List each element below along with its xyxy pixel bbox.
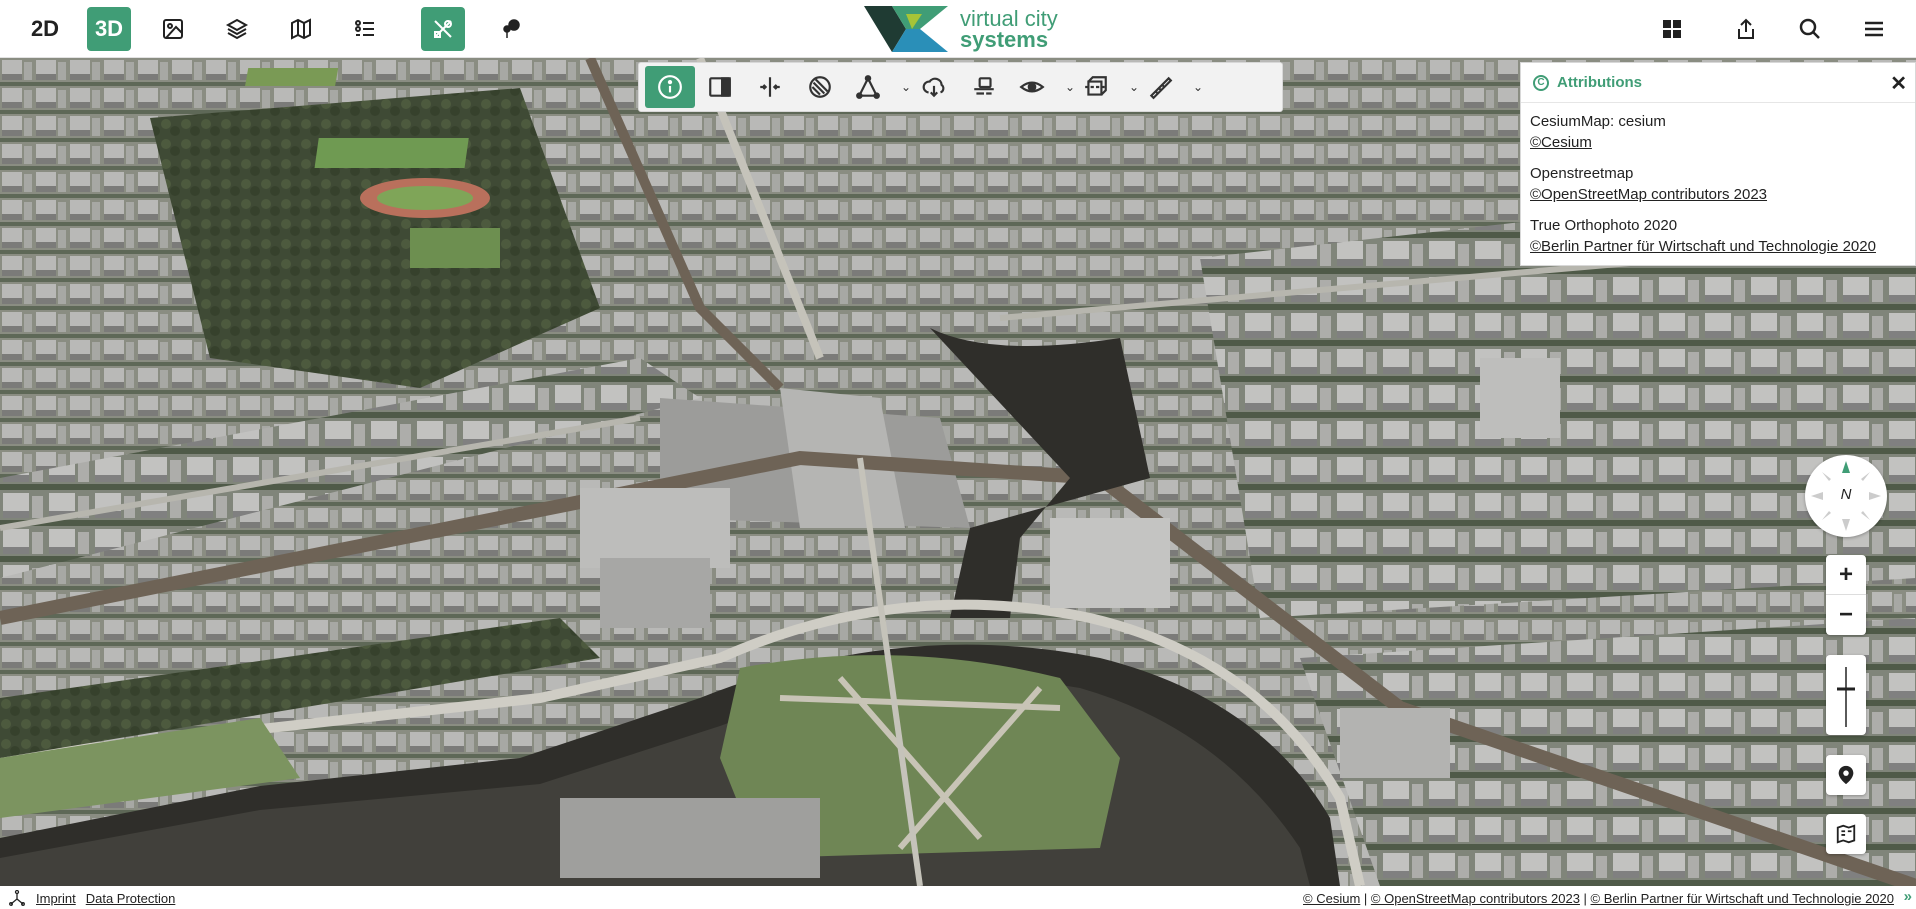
draw-tool[interactable]: ⌄ <box>845 66 911 108</box>
credit-berlin-link[interactable]: © Berlin Partner für Wirtschaft und Tech… <box>1591 891 1894 906</box>
tools-button[interactable] <box>421 7 465 51</box>
grid-button[interactable] <box>1650 7 1694 51</box>
copyright-icon: C <box>1533 74 1549 91</box>
app-root: 2D 3D virtual city systems ⌄ ⌄ ⌄ ⌄ C Att… <box>0 0 1916 909</box>
clipping-icon <box>1085 76 1107 96</box>
grid-icon <box>1663 20 1681 38</box>
attribution-link[interactable]: ©Berlin Partner für Wirtschaft und Techn… <box>1530 236 1906 257</box>
attribution-name: CesiumMap: cesium <box>1530 113 1666 130</box>
logo-mark-icon <box>864 6 948 52</box>
attribution-link[interactable]: ©Cesium <box>1530 132 1906 153</box>
layers-button[interactable] <box>215 7 259 51</box>
tilt-slider-icon <box>1837 667 1855 727</box>
draw-icon <box>856 75 880 99</box>
attribution-entry: Openstreetmap ©OpenStreetMap contributor… <box>1530 163 1906 205</box>
tree-pin-icon <box>503 19 520 38</box>
split-line-icon <box>760 77 780 97</box>
attribution-entry: True Orthophoto 2020 ©Berlin Partner für… <box>1530 215 1906 257</box>
camera-path-icon <box>974 77 994 95</box>
attribution-name: True Orthophoto 2020 <box>1530 217 1678 234</box>
split-view-tool[interactable] <box>695 66 745 108</box>
menu-icon <box>1865 21 1883 37</box>
split-view-icon <box>709 77 731 97</box>
legend-icon <box>291 18 311 40</box>
logo-line2: systems <box>960 27 1049 52</box>
map-book-icon <box>1836 824 1856 844</box>
layers-icon <box>225 18 249 40</box>
planning-button[interactable] <box>489 7 533 51</box>
footer-bar: Imprint Data Protection © Cesium | © Ope… <box>0 886 1916 909</box>
content-list-button[interactable] <box>343 7 387 51</box>
logo-line1: virtual city <box>960 6 1058 31</box>
shadow-tool[interactable] <box>795 66 845 108</box>
location-pin-icon <box>1838 765 1854 785</box>
top-navbar: 2D 3D virtual city systems <box>0 0 1916 58</box>
expand-credits-icon[interactable]: » <box>1904 888 1912 905</box>
viewshed-icon <box>1019 81 1045 93</box>
imprint-link[interactable]: Imprint <box>36 891 76 906</box>
image-icon <box>163 19 183 39</box>
legend-button[interactable] <box>279 7 323 51</box>
clipping-tool[interactable]: ⌄ <box>1073 66 1139 108</box>
measure-2d-tool[interactable]: ⌄ <box>1137 66 1203 108</box>
chevron-down-icon[interactable]: ⌄ <box>1193 80 1203 94</box>
list-icon <box>355 20 374 36</box>
shadow-icon <box>809 76 831 98</box>
network-icon <box>9 890 25 906</box>
credit-cesium-link[interactable]: © Cesium <box>1303 891 1360 906</box>
attributions-panel: C Attributions ✕ CesiumMap: cesium ©Cesi… <box>1520 62 1916 266</box>
compass[interactable]: N <box>1805 455 1887 537</box>
logo-text: virtual city systems <box>960 6 1058 52</box>
footer-links: Imprint Data Protection <box>8 890 175 906</box>
data-protection-link[interactable]: Data Protection <box>86 891 176 906</box>
export-tool[interactable] <box>909 66 959 108</box>
image-button[interactable] <box>151 7 195 51</box>
tools-icon <box>434 20 452 38</box>
2d-button[interactable]: 2D <box>23 7 67 51</box>
measure-icon <box>1149 76 1173 100</box>
attributions-list: CesiumMap: cesium ©Cesium Openstreetmap … <box>1521 103 1915 275</box>
search-button[interactable] <box>1788 7 1832 51</box>
menu-button[interactable] <box>1852 7 1896 51</box>
zoom-out-button[interactable]: − <box>1826 595 1866 635</box>
close-icon[interactable]: ✕ <box>1890 71 1907 96</box>
info-tool[interactable] <box>645 66 695 108</box>
map-toolbar: ⌄ ⌄ ⌄ ⌄ <box>638 62 1283 112</box>
logo: virtual city systems <box>864 6 1058 52</box>
flight-tool[interactable] <box>959 66 1009 108</box>
attribution-entry: CesiumMap: cesium ©Cesium <box>1530 111 1906 153</box>
zoom-controls: + − <box>1826 555 1866 635</box>
tilt-slider[interactable] <box>1826 655 1866 735</box>
overview-map-button[interactable] <box>1826 814 1866 854</box>
viewshed-tool[interactable]: ⌄ <box>1009 66 1075 108</box>
share-button[interactable] <box>1724 7 1768 51</box>
attributions-title: Attributions <box>1557 74 1642 91</box>
zoom-in-button[interactable]: + <box>1826 555 1866 595</box>
compare-tool[interactable] <box>745 66 795 108</box>
cloud-download-icon <box>922 77 945 98</box>
credit-osm-link[interactable]: © OpenStreetMap contributors 2023 <box>1371 891 1580 906</box>
info-icon <box>658 75 682 99</box>
footer-credits: © Cesium | © OpenStreetMap contributors … <box>1303 891 1894 906</box>
credit-separator: | <box>1360 891 1371 906</box>
3d-button[interactable]: 3D <box>87 7 131 51</box>
attribution-link[interactable]: ©OpenStreetMap contributors 2023 <box>1530 184 1906 205</box>
credit-separator: | <box>1579 891 1591 906</box>
attribution-name: Openstreetmap <box>1530 165 1634 182</box>
search-icon <box>1799 18 1820 39</box>
locate-button[interactable] <box>1826 755 1866 795</box>
compass-north-label: N <box>1840 486 1852 503</box>
attributions-header: C Attributions <box>1521 63 1915 103</box>
share-icon <box>1738 18 1754 39</box>
